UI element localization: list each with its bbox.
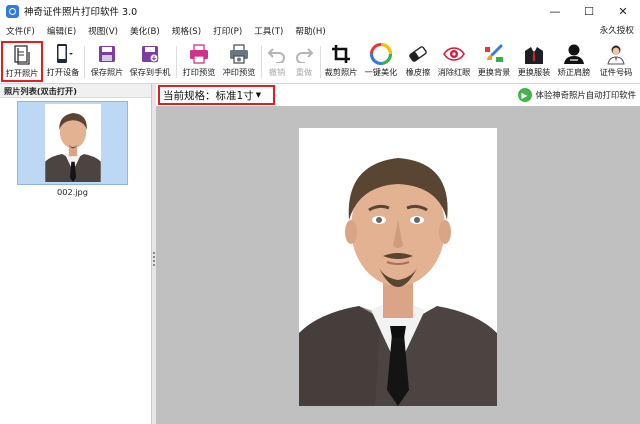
eraser-button[interactable]: 橡皮擦 xyxy=(402,42,434,82)
eraser-label: 橡皮擦 xyxy=(405,67,431,77)
change-background-label: 更换背景 xyxy=(477,67,511,77)
license-link[interactable]: 永久授权 xyxy=(600,22,634,40)
person-silhouette-icon xyxy=(563,42,585,66)
id-number-button[interactable]: 证件号码 xyxy=(595,42,637,82)
undo-button[interactable]: 撤销 xyxy=(264,42,290,82)
printer-icon xyxy=(188,42,210,66)
save-icon xyxy=(97,42,117,66)
phone-icon xyxy=(52,42,74,66)
one-click-beautify-button[interactable]: 一键美化 xyxy=(362,42,400,82)
photo-thumbnail[interactable] xyxy=(17,101,128,185)
close-button[interactable]: ✕ xyxy=(606,0,640,22)
printer-promo-icon: ▶ xyxy=(517,88,532,102)
crop-photo-button[interactable]: 裁剪照片 xyxy=(322,42,360,82)
redo-icon xyxy=(294,42,314,66)
photo-list-header: 照片列表(双击打开) xyxy=(0,84,151,98)
remove-red-eye-button[interactable]: 消除红眼 xyxy=(435,42,473,82)
id-number-label: 证件号码 xyxy=(599,67,633,77)
open-device-label: 打开设备 xyxy=(46,67,80,77)
thumbnail-image xyxy=(44,104,101,182)
save-to-phone-button[interactable]: 保存到手机 xyxy=(128,42,172,82)
save-to-phone-icon xyxy=(140,42,160,66)
crop-icon xyxy=(331,42,351,66)
toolbar-divider xyxy=(320,46,321,78)
spec-bar: 当前规格： 标准1寸 ▼ ▶ 体验神奇照片自动打印软件 xyxy=(156,84,640,106)
develop-preview-button[interactable]: 冲印预览 xyxy=(220,42,258,82)
menu-tools[interactable]: 工具(T) xyxy=(248,25,289,37)
menu-beautify[interactable]: 美化(B) xyxy=(124,25,166,37)
red-eye-icon xyxy=(443,42,465,66)
one-click-beautify-label: 一键美化 xyxy=(364,67,398,77)
undo-icon xyxy=(267,42,287,66)
open-photo-icon xyxy=(12,43,32,67)
menu-file[interactable]: 文件(F) xyxy=(0,25,41,37)
menu-bar: 文件(F) 编辑(E) 视图(V) 美化(B) 规格(S) 打印(P) 工具(T… xyxy=(0,22,640,40)
spec-label: 当前规格： xyxy=(163,89,216,102)
menu-edit[interactable]: 编辑(E) xyxy=(41,25,82,37)
maximize-button[interactable]: ☐ xyxy=(572,0,606,22)
promo-link[interactable]: ▶ 体验神奇照片自动打印软件 xyxy=(517,87,637,103)
toolbar-divider xyxy=(176,46,177,78)
save-photo-label: 保存照片 xyxy=(90,67,124,77)
eraser-icon xyxy=(407,42,429,66)
photo-list-panel: 照片列表(双击打开) 002.jpg xyxy=(0,84,152,424)
window-controls: — ☐ ✕ xyxy=(538,0,640,22)
menu-spec[interactable]: 规格(S) xyxy=(166,25,207,37)
develop-printer-icon xyxy=(228,42,250,66)
correct-shoulder-button[interactable]: 矫正肩膀 xyxy=(555,42,593,82)
open-photo-button[interactable]: 打开照片 xyxy=(1,41,43,82)
suit-icon xyxy=(523,42,545,66)
change-clothes-label: 更换服装 xyxy=(517,67,551,77)
print-preview-label: 打印预览 xyxy=(182,67,216,77)
paint-brush-icon xyxy=(483,42,505,66)
window-title: 神奇证件照片打印软件 3.0 xyxy=(24,7,138,18)
id-photo-preview[interactable] xyxy=(299,128,497,406)
toolbar-divider xyxy=(84,46,85,78)
redo-label: 重做 xyxy=(295,67,313,77)
develop-preview-label: 冲印预览 xyxy=(222,67,256,77)
splitter-grip-icon xyxy=(153,252,155,266)
open-photo-label: 打开照片 xyxy=(5,68,39,78)
save-to-phone-label: 保存到手机 xyxy=(129,67,171,77)
menu-print[interactable]: 打印(P) xyxy=(207,25,248,37)
portrait-image xyxy=(299,128,497,406)
title-bar: 神奇证件照片打印软件 3.0 — ☐ ✕ xyxy=(0,0,640,22)
menu-view[interactable]: 视图(V) xyxy=(82,25,124,37)
correct-shoulder-label: 矫正肩膀 xyxy=(557,67,591,77)
remove-red-eye-label: 消除红眼 xyxy=(437,67,471,77)
thumbnail-filename: 002.jpg xyxy=(57,187,88,197)
promo-text: 体验神奇照片自动打印软件 xyxy=(535,90,637,100)
crop-photo-label: 裁剪照片 xyxy=(324,67,358,77)
print-preview-button[interactable]: 打印预览 xyxy=(180,42,218,82)
change-background-button[interactable]: 更换背景 xyxy=(475,42,513,82)
spec-value: 标准1寸 xyxy=(215,89,254,102)
photo-canvas xyxy=(156,106,640,424)
color-wheel-icon xyxy=(370,42,392,66)
toolbar: 打开照片 打开设备 保存照片 保存到手机 打印预览 冲印预览 撤销 重做 裁剪照… xyxy=(0,40,640,84)
menu-help[interactable]: 帮助(H) xyxy=(289,25,331,37)
dropdown-caret-icon: ▼ xyxy=(255,91,262,99)
redo-button[interactable]: 重做 xyxy=(291,42,317,82)
app-logo-icon xyxy=(6,4,19,18)
undo-label: 撤销 xyxy=(268,67,286,77)
open-device-button[interactable]: 打开设备 xyxy=(44,42,82,82)
minimize-button[interactable]: — xyxy=(538,0,572,22)
save-photo-button[interactable]: 保存照片 xyxy=(88,42,126,82)
id-photo-icon xyxy=(606,42,626,66)
spec-selector[interactable]: 当前规格： 标准1寸 ▼ xyxy=(158,85,275,105)
change-clothes-button[interactable]: 更换服装 xyxy=(515,42,553,82)
toolbar-divider xyxy=(261,46,262,78)
